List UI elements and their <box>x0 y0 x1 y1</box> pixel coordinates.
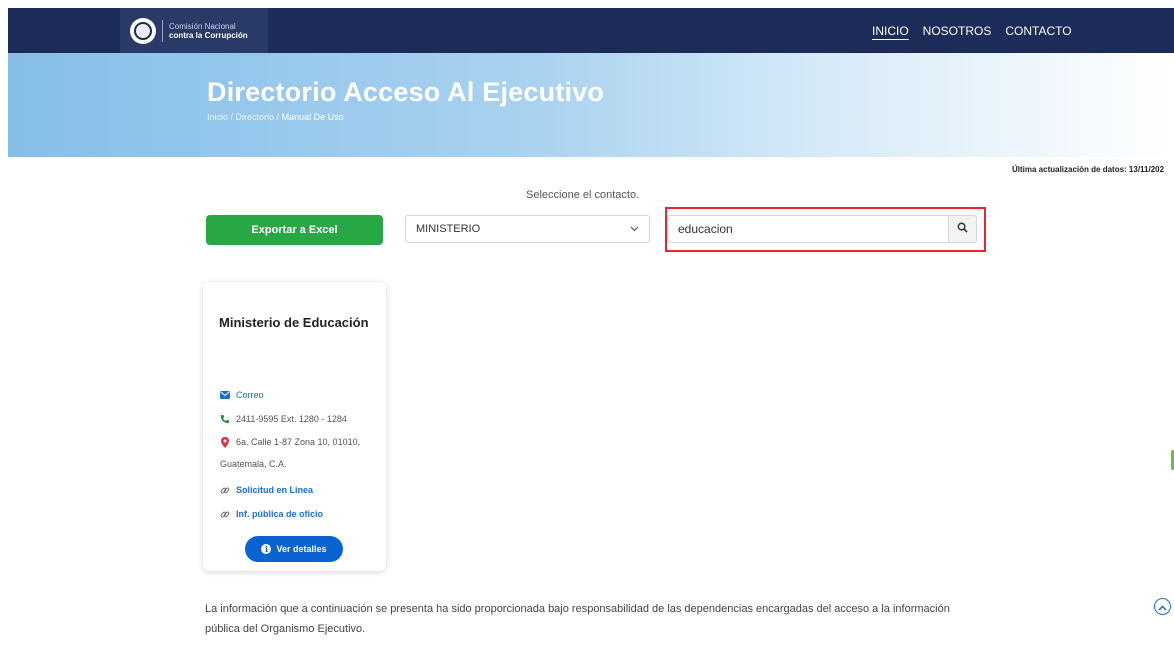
solicitud-en-linea-link[interactable]: Solicitud en Linea <box>236 485 313 495</box>
inf-publica-link[interactable]: Inf. pública de oficio <box>236 509 323 519</box>
disclaimer-text: La información que a continuación se pre… <box>205 603 950 635</box>
breadcrumb-inicio[interactable]: Inicio <box>207 112 228 122</box>
category-select-value: MINISTERIO <box>416 223 481 235</box>
nav-link-inicio[interactable]: INICIO <box>872 24 909 38</box>
card-email-row[interactable]: Correo <box>220 390 264 400</box>
nav-link-nosotros[interactable]: NOSOTROS <box>923 24 992 38</box>
scroll-to-top-button[interactable] <box>1154 598 1171 615</box>
link-icon <box>220 485 230 495</box>
logo-text: Comisión Nacional contra la Corrupción <box>169 22 248 40</box>
card-email-link[interactable]: Correo <box>236 390 264 400</box>
breadcrumb-current: Manual De Uso <box>281 112 344 122</box>
site-logo[interactable]: Comisión Nacional contra la Corrupción <box>120 8 268 53</box>
logo-divider <box>162 19 163 42</box>
nav-links: INICIO NOSOTROS CONTACTO <box>872 8 1072 53</box>
search-button[interactable] <box>948 215 977 243</box>
ver-detalles-button[interactable]: i Ver detalles <box>245 536 343 562</box>
top-navbar: Comisión Nacional contra la Corrupción I… <box>8 8 1174 53</box>
logo-line-2: contra la Corrupción <box>169 30 248 40</box>
card-address-line1: 6a. Calle 1-87 Zona 10, 01010, <box>236 437 361 447</box>
link-icon <box>220 509 230 519</box>
contact-card: Ministerio de Educación Correo 2411-9595… <box>203 282 386 571</box>
select-prompt: Seleccione el contacto. <box>526 189 640 201</box>
seal-icon <box>130 17 156 44</box>
hero-banner: Directorio Acceso Al Ejecutivo Inicio / … <box>8 53 1174 157</box>
map-pin-icon <box>220 436 230 448</box>
card-address-line2: Guatemala, C.A. <box>220 459 287 469</box>
card-title: Ministerio de Educación <box>219 315 369 330</box>
nav-link-contacto[interactable]: CONTACTO <box>1005 24 1071 38</box>
ver-detalles-label: Ver detalles <box>276 544 327 554</box>
card-link-solicitud-row[interactable]: Solicitud en Linea <box>220 485 313 495</box>
breadcrumb-separator: / <box>274 112 282 122</box>
export-excel-button[interactable]: Exportar a Excel <box>206 215 383 245</box>
chevron-down-icon <box>630 224 639 234</box>
logo-line-1: Comisión Nacional <box>169 21 236 31</box>
search-icon <box>957 220 968 238</box>
breadcrumb-directorio[interactable]: Directorio <box>236 112 275 122</box>
card-address-row: 6a. Calle 1-87 Zona 10, 01010, <box>220 436 361 448</box>
search-input[interactable] <box>667 215 949 243</box>
breadcrumb-separator: / <box>228 112 236 122</box>
category-select[interactable]: MINISTERIO <box>405 215 650 243</box>
page-title: Directorio Acceso Al Ejecutivo <box>207 77 605 107</box>
last-update-text: Última actualización de datos: 13/11/202 <box>1012 165 1165 174</box>
breadcrumb: Inicio / Directorio / Manual De Uso <box>207 112 344 122</box>
phone-icon <box>220 414 230 424</box>
card-phone-row: 2411-9595 Ext. 1280 - 1284 <box>220 414 347 424</box>
chevron-up-icon <box>1158 598 1167 616</box>
card-phone: 2411-9595 Ext. 1280 - 1284 <box>236 414 347 424</box>
card-link-inf-row[interactable]: Inf. pública de oficio <box>220 509 323 519</box>
info-icon: i <box>261 544 272 554</box>
envelope-icon <box>220 390 230 400</box>
